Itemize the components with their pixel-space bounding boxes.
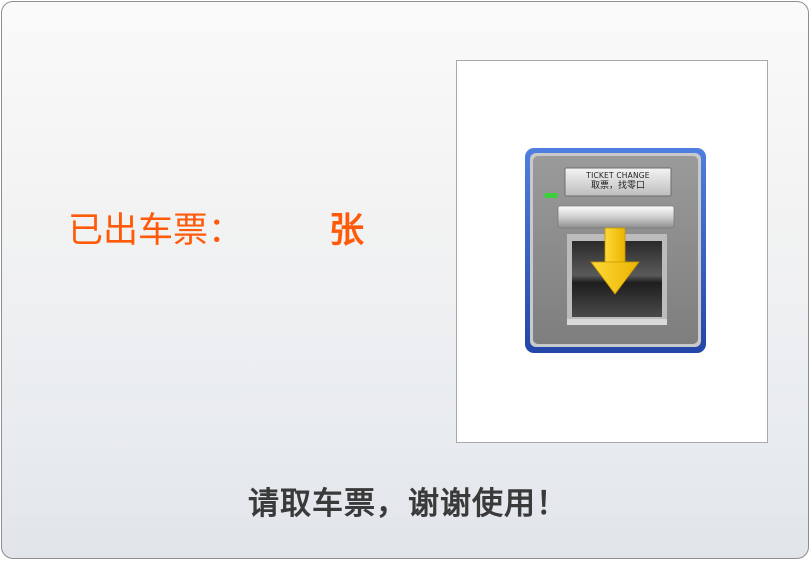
ticket-change-machine-icon: TICKET CHANGE 取票，找零口 (525, 148, 706, 353)
tickets-issued-status: 已出车票： 张 (68, 202, 364, 252)
tickets-issued-label: 已出车票： (68, 210, 244, 251)
screen-frame: 已出车票： 张 TICKET CHANGE 取票，找零口 请取车票，谢谢使用！ (1, 1, 809, 559)
machine-sign: TICKET CHANGE 取票，找零口 (566, 170, 670, 192)
machine-sign-chinese: 取票，找零口 (590, 181, 645, 191)
illustration-panel: TICKET CHANGE 取票，找零口 (456, 60, 768, 443)
tickets-issued-unit: 张 (329, 210, 365, 251)
thank-you-message: 请取车票，谢谢使用！ (248, 486, 568, 522)
machine-sign-english: TICKET CHANGE (586, 171, 650, 180)
